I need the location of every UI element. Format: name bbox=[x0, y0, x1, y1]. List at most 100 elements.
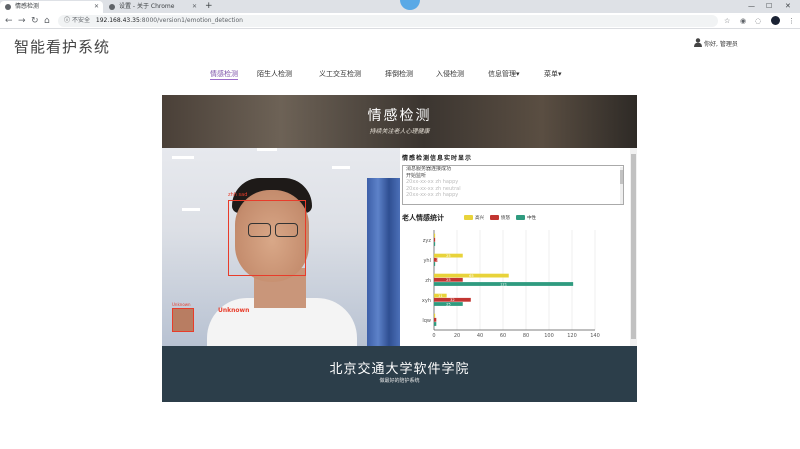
star-icon[interactable]: ☆ bbox=[724, 15, 730, 27]
bar bbox=[434, 237, 436, 242]
page-scrollbar[interactable] bbox=[630, 148, 637, 346]
profile-badge bbox=[400, 0, 420, 10]
nav-info-management[interactable]: 信息管理▾ bbox=[488, 69, 520, 79]
legend-label: 愤怒 bbox=[501, 216, 510, 221]
data-label: 121 bbox=[500, 282, 507, 286]
data-label: 25 bbox=[446, 278, 451, 282]
emotion-bar-chart: 0 20 40 60 80 100 120 140 zyz yhl 25 3 zh 65 25 121 xyh 1… bbox=[422, 230, 600, 339]
user-greeting: 你好, 管理员 bbox=[704, 41, 738, 48]
info-panel: 情感检测信息实时显示 消息服务器连接成功 开始监听 20xx-xx-xx zh … bbox=[400, 148, 637, 346]
data-label: 11 bbox=[438, 294, 443, 298]
forward-icon[interactable]: → bbox=[18, 14, 26, 28]
gear-icon bbox=[109, 4, 115, 10]
ceiling-light bbox=[257, 148, 277, 151]
x-tick-label: 20 bbox=[454, 333, 460, 339]
log-line: 20xx-xx-xx zh happy bbox=[406, 192, 459, 198]
y-tick-label: lqw bbox=[422, 318, 431, 324]
ceiling-light bbox=[182, 208, 200, 211]
face-detection-label: zhh sad bbox=[228, 192, 248, 198]
tab-chrome-settings[interactable]: 设置 - 关于 Chrome ✕ bbox=[104, 1, 201, 13]
log-textarea[interactable]: 消息服务器连接成功 开始监听 20xx-xx-xx zh happy 20xx-… bbox=[402, 165, 624, 205]
legend-swatch bbox=[464, 215, 473, 220]
bar bbox=[434, 313, 436, 318]
user-icon bbox=[694, 38, 702, 47]
main-panel: 情感检测 持续关注老人心理健康 zhh sad Unknown Unknown … bbox=[162, 95, 637, 402]
page-scrollbar-thumb[interactable] bbox=[631, 154, 636, 339]
home-icon[interactable]: ⌂ bbox=[44, 14, 50, 28]
bar bbox=[434, 317, 437, 322]
log-scrollbar-thumb[interactable] bbox=[620, 170, 623, 184]
x-tick-label: 120 bbox=[567, 333, 577, 339]
legend-swatch bbox=[490, 215, 499, 220]
banner: 情感检测 持续关注老人心理健康 bbox=[162, 95, 637, 148]
ceiling-light bbox=[332, 166, 350, 169]
nav-fall-detection[interactable]: 摔倒检测 bbox=[385, 69, 413, 79]
y-tick-label: xyh bbox=[422, 298, 431, 304]
bar bbox=[434, 322, 437, 326]
x-tick-label: 0 bbox=[432, 333, 435, 339]
url-field[interactable]: ⓘ 不安全 192.168.43.35:8000/version1/emotio… bbox=[58, 15, 718, 27]
close-window-button[interactable]: ✕ bbox=[785, 0, 791, 12]
close-icon[interactable]: ✕ bbox=[94, 1, 99, 13]
address-bar: ← → ↻ ⌂ ⓘ 不安全 192.168.43.35:8000/version… bbox=[0, 13, 800, 29]
face-detection-box bbox=[228, 200, 306, 276]
x-tick-label: 100 bbox=[544, 333, 554, 339]
user-menu[interactable]: 你好, 管理员 bbox=[694, 38, 738, 48]
footer-subtitle: 做最好的陪护系统 bbox=[379, 378, 420, 384]
nav-intrusion-detection[interactable]: 入侵检测 bbox=[436, 69, 464, 79]
y-tick-label: zh bbox=[425, 278, 431, 284]
data-label: 32 bbox=[450, 298, 455, 302]
back-icon[interactable]: ← bbox=[5, 14, 13, 28]
menu-kebab-icon[interactable]: ⋮ bbox=[788, 15, 795, 27]
minimize-button[interactable]: — bbox=[748, 0, 755, 12]
unknown-label: Unknown bbox=[218, 307, 250, 314]
maximize-button[interactable]: ☐ bbox=[766, 0, 772, 12]
nav-stranger-detection[interactable]: 陌生人检测 bbox=[257, 69, 292, 79]
extension2-icon[interactable]: ◌ bbox=[755, 15, 761, 27]
legend-label: 高兴 bbox=[475, 216, 484, 221]
info-icon: ⓘ bbox=[64, 17, 71, 24]
bar bbox=[434, 262, 436, 266]
globe-icon bbox=[5, 4, 11, 10]
curtain bbox=[367, 178, 400, 346]
url-host: 192.168.43.35 bbox=[95, 17, 140, 24]
x-tick-label: 40 bbox=[477, 333, 483, 339]
small-face-box bbox=[172, 308, 194, 332]
nav-active-indicator bbox=[210, 79, 238, 80]
chart-title: 老人情感统计 bbox=[402, 214, 444, 222]
browser-tabbar: 情感检测 ✕ 设置 - 关于 Chrome ✕ + — ☐ ✕ bbox=[0, 0, 800, 13]
legend-label: 中性 bbox=[527, 216, 536, 221]
close-icon[interactable]: ✕ bbox=[192, 1, 197, 13]
nav-emotion-detection[interactable]: 情感检测 bbox=[210, 69, 238, 79]
url-path: :8000/version1/emotion_detection bbox=[139, 17, 243, 24]
profile-avatar-icon[interactable] bbox=[771, 16, 780, 25]
footer-title: 北京交通大学软件学院 bbox=[329, 362, 470, 377]
tab-emotion-detection[interactable]: 情感检测 ✕ bbox=[0, 1, 103, 13]
site-title: 智能看护系统 bbox=[14, 38, 111, 56]
y-tick-label: yhl bbox=[423, 258, 431, 264]
extension-icon[interactable]: ◉ bbox=[740, 15, 746, 27]
info-title: 情感检测信息实时显示 bbox=[402, 155, 473, 162]
small-face-label: Unknown bbox=[172, 302, 191, 307]
log-scrollbar[interactable] bbox=[620, 167, 623, 204]
tab-label: 设置 - 关于 Chrome bbox=[119, 3, 175, 10]
camera-feed: zhh sad Unknown Unknown bbox=[162, 148, 400, 346]
banner-subtitle: 持续关注老人心理健康 bbox=[369, 128, 430, 135]
y-tick-label: zyz bbox=[423, 238, 432, 244]
legend-item-angry[interactable]: 愤怒 bbox=[490, 215, 510, 221]
nav-volunteer-detection[interactable]: 义工交互检测 bbox=[319, 69, 361, 79]
reload-icon[interactable]: ↻ bbox=[31, 14, 39, 28]
new-tab-button[interactable]: + bbox=[205, 0, 213, 13]
x-tick-label: 80 bbox=[523, 333, 529, 339]
nav-menu[interactable]: 菜单▾ bbox=[544, 69, 562, 79]
legend-item-happy[interactable]: 高兴 bbox=[464, 215, 484, 221]
legend-item-neutral[interactable]: 中性 bbox=[516, 215, 536, 221]
data-label: 25 bbox=[446, 302, 451, 306]
data-label: 25 bbox=[446, 254, 451, 258]
data-label: 65 bbox=[469, 274, 474, 278]
insecure-label: 不安全 bbox=[71, 17, 90, 24]
data-label: 3 bbox=[436, 258, 438, 262]
bar bbox=[434, 242, 436, 246]
ceiling-light bbox=[172, 156, 194, 159]
legend-swatch bbox=[516, 215, 525, 220]
